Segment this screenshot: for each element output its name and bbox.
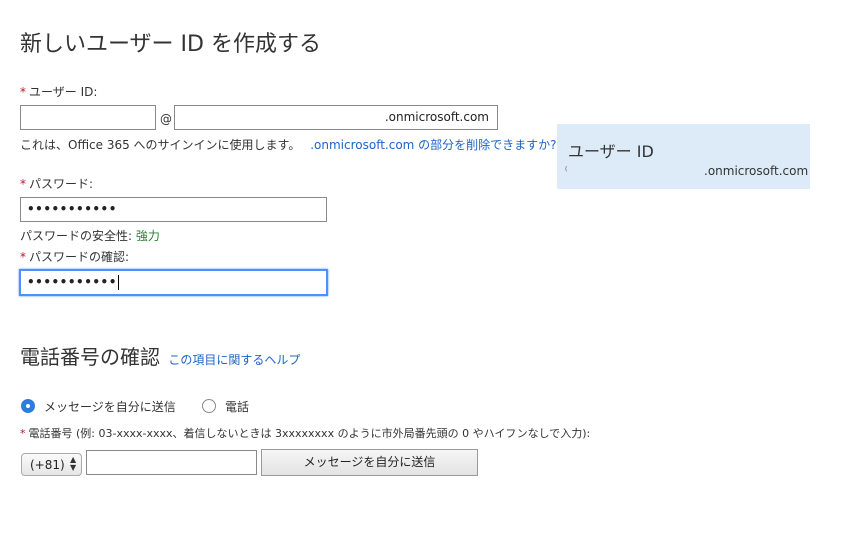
country-code-value: (+81) [30,458,65,472]
required-mark: * [20,427,26,440]
preview-domain: .onmicrosoft.com [704,164,809,178]
radio-send-message[interactable] [21,399,35,413]
strength-value: 強力 [135,229,160,243]
user-id-label: ユーザー ID: [29,85,98,99]
user-id-label-row: * ユーザー ID: [20,83,97,100]
preview-title: ユーザー ID [568,142,654,161]
user-id-preview-panel: ユーザー ID ( .onmicrosoft.com [557,124,810,189]
preview-prefix: ( [565,166,568,173]
confirm-password-value: ••••••••••• [27,275,117,289]
phone-help-link[interactable]: この項目に関するヘルプ [168,353,300,367]
radio-send-message-label[interactable]: メッセージを自分に送信 [44,398,176,415]
required-mark: * [20,250,26,264]
domain-value: .onmicrosoft.com [384,110,489,124]
confirm-password-label: パスワードの確認: [29,250,130,264]
phone-number-label: 電話番号 (例: 03-xxxx-xxxx、着信しないときは 3xxxxxxxx… [28,427,591,440]
user-id-help: これは、Office 365 へのサインインに使用します。 .onmicroso… [20,136,557,153]
username-input[interactable] [20,105,156,130]
phone-number-input[interactable] [86,450,257,475]
text-caret [117,275,119,290]
domain-field[interactable]: .onmicrosoft.com [174,105,498,130]
user-id-help-text: これは、Office 365 へのサインインに使用します。 [20,138,301,152]
confirm-password-input[interactable]: ••••••••••• [19,269,328,296]
required-mark: * [20,177,26,191]
page-title: 新しいユーザー ID を作成する [20,32,321,57]
confirm-password-label-row: * パスワードの確認: [20,248,129,265]
password-input[interactable]: ••••••••••• [20,197,327,222]
required-mark: * [20,85,26,99]
stepper-arrows-icon: ▲ ▼ [70,455,77,472]
password-strength: パスワードの安全性: 強力 [20,227,160,244]
password-value: ••••••••••• [27,202,117,216]
strength-label: パスワードの安全性: [20,229,133,243]
phone-section-heading: 電話番号の確認 [20,345,160,369]
at-sign: @ [160,112,172,126]
send-message-button[interactable]: メッセージを自分に送信 [261,449,478,476]
country-code-select[interactable]: (+81) ▲ ▼ [21,453,82,476]
radio-phone-call[interactable] [202,399,216,413]
radio-phone-call-label[interactable]: 電話 [225,398,249,415]
password-label-row: * パスワード: [20,175,93,192]
phone-number-label-row: * 電話番号 (例: 03-xxxx-xxxx、着信しないときは 3xxxxxxx… [20,425,590,441]
phone-section-title: 電話番号の確認 この項目に関するヘルプ [20,341,300,370]
remove-domain-link[interactable]: .onmicrosoft.com の部分を削除できますか? [310,138,556,152]
password-label: パスワード: [29,177,94,191]
